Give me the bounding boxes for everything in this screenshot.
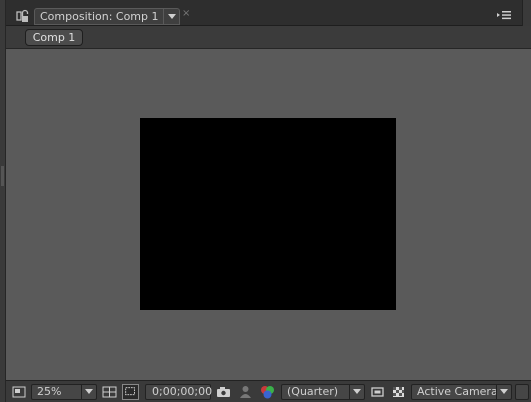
camera-icon[interactable]	[215, 384, 232, 400]
view-value: Active Camera	[417, 385, 498, 398]
region-icon[interactable]	[11, 384, 28, 400]
mask-icon[interactable]	[122, 384, 139, 400]
region-of-interest-icon[interactable]	[369, 384, 386, 400]
composition-frame[interactable]	[140, 118, 396, 310]
view-dropdown-icon[interactable]	[496, 385, 511, 399]
zoom-value: 25%	[37, 385, 62, 398]
resolution-dropdown-icon[interactable]	[349, 385, 364, 399]
snapshot-icon[interactable]	[237, 384, 254, 400]
timecode-field[interactable]: 0;00;00;00	[145, 384, 213, 400]
grid-icon[interactable]	[101, 384, 118, 400]
zoom-select[interactable]: 25%	[31, 384, 97, 400]
view-select[interactable]: Active Camera	[411, 384, 512, 400]
color-channels-icon[interactable]	[259, 384, 276, 400]
tab-dropdown-icon[interactable]	[163, 9, 179, 24]
comp-breadcrumb-button[interactable]: Comp 1	[25, 29, 83, 46]
composition-viewer[interactable]	[6, 49, 531, 380]
resolution-value: (Quarter)	[287, 385, 339, 398]
comp-navigator-bar: Comp 1	[6, 26, 531, 49]
viewer-toolbar: 25% 0;00;00;00 (Quarter) Active Camera	[6, 380, 531, 402]
panel-tab-bar: Composition: Comp 1 ×	[6, 0, 531, 26]
layout-select[interactable]	[515, 384, 529, 400]
panel-resize-handle[interactable]	[1, 172, 4, 186]
zoom-dropdown-icon[interactable]	[81, 385, 96, 399]
resolution-select[interactable]: (Quarter)	[281, 384, 365, 400]
tab-composition-label: Composition: Comp 1	[40, 10, 159, 23]
timecode-value: 0;00;00;00	[152, 385, 213, 398]
panel-edge-right	[522, 0, 531, 26]
lock-icon[interactable]	[16, 9, 30, 23]
close-icon[interactable]: ×	[182, 8, 190, 19]
transparency-grid-icon[interactable]	[390, 384, 407, 400]
panel-menu-icon[interactable]	[496, 9, 512, 21]
tab-composition[interactable]: Composition: Comp 1	[34, 8, 180, 25]
